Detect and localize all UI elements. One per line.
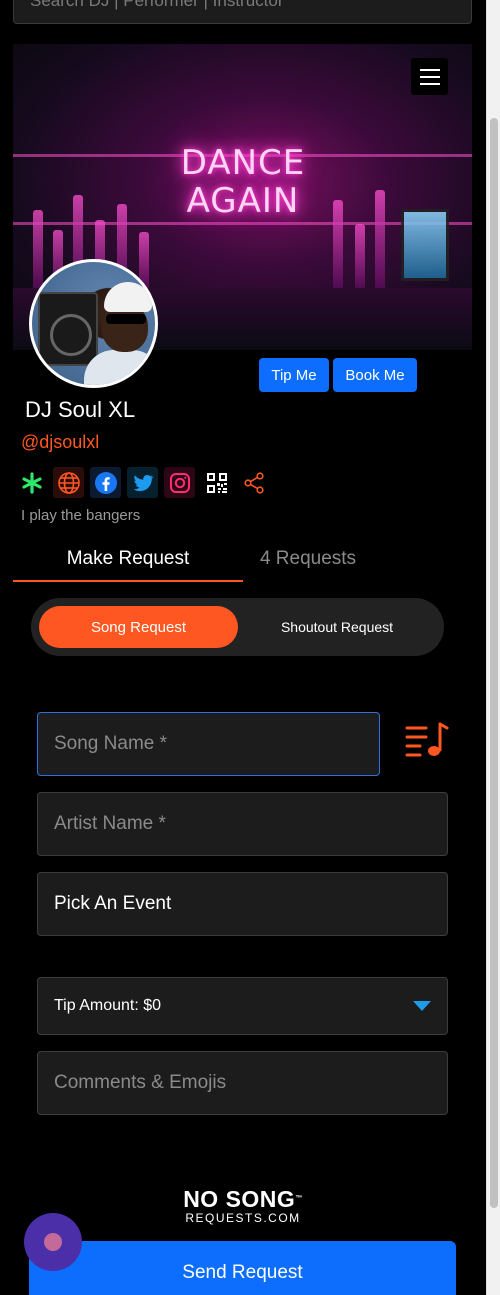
pick-event-select[interactable]: Pick An Event <box>37 872 448 936</box>
social-links <box>16 467 269 498</box>
tab-make-request[interactable]: Make Request <box>13 538 243 582</box>
tip-amount-label: Tip Amount: $0 <box>54 997 162 1014</box>
send-request-button[interactable]: Send Request <box>29 1241 456 1295</box>
twitter-icon[interactable] <box>127 467 158 498</box>
website-icon[interactable] <box>53 467 84 498</box>
playlist-icon[interactable] <box>404 720 450 760</box>
banner-neon-sign: DANCE AGAIN <box>180 143 306 221</box>
tip-me-button[interactable]: Tip Me <box>259 358 329 392</box>
caret-down-icon <box>413 1001 431 1011</box>
hamburger-menu-button[interactable] <box>411 58 448 95</box>
avatar <box>29 259 158 388</box>
dj-handle[interactable]: @djsoulxl <box>21 432 99 453</box>
shoutout-request-toggle[interactable]: Shoutout Request <box>238 606 436 648</box>
qr-code-icon[interactable] <box>201 467 232 498</box>
request-type-toggle: Song Request Shoutout Request <box>31 598 444 656</box>
dj-bio: I play the bangers <box>21 507 141 524</box>
song-request-toggle[interactable]: Song Request <box>39 606 238 648</box>
artist-name-input[interactable]: Artist Name * <box>37 792 448 856</box>
tab-requests[interactable]: 4 Requests <box>243 538 373 582</box>
search-input[interactable]: Search DJ | Performer | Instructor <box>13 0 472 24</box>
nosongrequests-logo: NO SONG™ REQUESTS.COM <box>183 1186 303 1225</box>
instagram-icon[interactable] <box>164 467 195 498</box>
share-icon[interactable] <box>238 467 269 498</box>
facebook-icon[interactable] <box>90 467 121 498</box>
book-me-button[interactable]: Book Me <box>333 358 417 392</box>
scrollbar[interactable] <box>486 0 500 1295</box>
linktree-icon[interactable] <box>16 467 47 498</box>
dj-name: DJ Soul XL <box>25 397 136 422</box>
song-name-input[interactable]: Song Name * <box>37 712 380 776</box>
chat-widget-button[interactable] <box>24 1213 82 1271</box>
tip-amount-select[interactable]: Tip Amount: $0 <box>37 977 448 1035</box>
comments-input[interactable]: Comments & Emojis <box>37 1051 448 1115</box>
